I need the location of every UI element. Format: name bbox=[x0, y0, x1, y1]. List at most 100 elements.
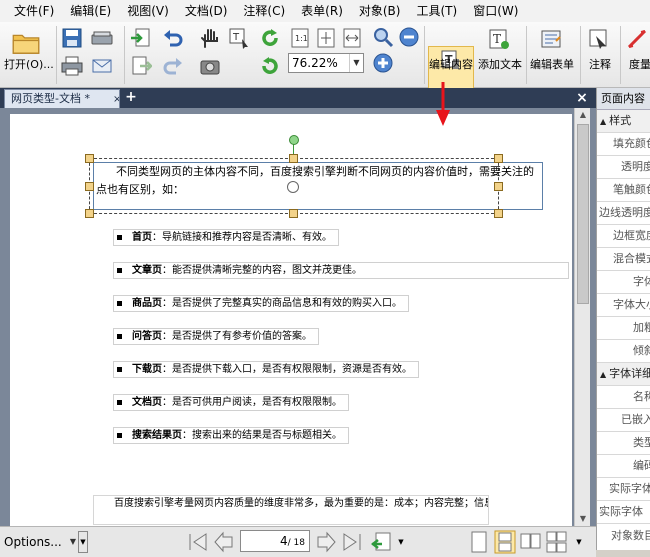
menu-window[interactable]: 窗口(W) bbox=[465, 0, 526, 22]
scroll-up-icon[interactable]: ▲ bbox=[575, 108, 591, 122]
group-style[interactable]: ▲ 样式 bbox=[597, 110, 650, 133]
zoom-in-plus-button[interactable] bbox=[372, 52, 394, 74]
close-all-icon[interactable]: × bbox=[574, 89, 590, 107]
actual-size-button[interactable]: 1:1 bbox=[288, 26, 312, 50]
resize-handle[interactable] bbox=[494, 209, 503, 218]
prop-row[interactable]: 笔触颜色 bbox=[597, 179, 650, 202]
list-item[interactable]: 搜索结果页：搜索出来的结果是否与标题相关。 bbox=[113, 427, 349, 444]
prop-row[interactable]: 类型 bbox=[597, 432, 650, 455]
print-button[interactable] bbox=[60, 54, 84, 78]
list-item[interactable]: 文章页：能否提供清晰完整的内容，图文并茂更佳。 bbox=[113, 262, 569, 279]
bottom-paragraph[interactable]: 百度搜索引擎考量网页内容质量的维度非常多，最为重要的是：成本；内容完整；信息 bbox=[93, 495, 489, 525]
list-item[interactable]: 问答页：是否提供了有参考价值的答案。 bbox=[113, 328, 319, 345]
save-button[interactable] bbox=[60, 26, 84, 50]
menu-edit[interactable]: 编辑(E) bbox=[62, 0, 119, 22]
menu-forms[interactable]: 表单(R) bbox=[293, 0, 351, 22]
menu-document[interactable]: 文档(D) bbox=[177, 0, 236, 22]
prop-row[interactable]: 填充颜色 bbox=[597, 133, 650, 156]
scan-button[interactable] bbox=[88, 26, 116, 50]
magnifier-zoom-in-icon bbox=[374, 28, 394, 48]
menu-tools[interactable]: 工具(T) bbox=[408, 0, 465, 22]
zoom-out-button[interactable] bbox=[398, 26, 420, 48]
add-text-button[interactable]: T bbox=[486, 26, 512, 52]
list-item-text: ：是否可供用户阅读，是否有权限限制。 bbox=[162, 397, 342, 408]
edit-form-button[interactable] bbox=[538, 26, 564, 52]
redo-button[interactable] bbox=[158, 54, 188, 78]
measure-button[interactable] bbox=[624, 26, 650, 52]
prop-row[interactable]: 透明度 bbox=[597, 156, 650, 179]
document-tab[interactable]: 网页类型-文档 * × bbox=[4, 89, 120, 108]
fit-page-button[interactable] bbox=[314, 26, 338, 50]
options-scroll-icon[interactable]: ▼ bbox=[78, 531, 88, 553]
email-button[interactable] bbox=[88, 54, 116, 78]
list-item[interactable]: 文档页：是否可供用户阅读，是否有权限限制。 bbox=[113, 394, 349, 411]
zoom-in-button[interactable] bbox=[372, 26, 394, 48]
facing-view-icon[interactable] bbox=[520, 530, 542, 554]
resize-handle[interactable] bbox=[289, 209, 298, 218]
prop-row[interactable]: 加粗 bbox=[597, 317, 650, 340]
prop-row[interactable]: 对象数目 bbox=[596, 524, 650, 550]
list-item[interactable]: 首页：导航链接和推荐内容是否清晰、有效。 bbox=[113, 229, 339, 246]
prop-row[interactable]: 实际字体 bbox=[597, 501, 650, 524]
prop-row[interactable]: 边线透明度 bbox=[597, 202, 650, 225]
zoom-select[interactable]: 76.22% ▼ bbox=[288, 53, 364, 73]
edit-form-label: 编辑表单 bbox=[530, 58, 574, 71]
scroll-down-icon[interactable]: ▼ bbox=[575, 512, 591, 526]
menu-objects[interactable]: 对象(B) bbox=[351, 0, 409, 22]
hand-tool-button[interactable] bbox=[198, 26, 222, 50]
continuous-facing-icon[interactable] bbox=[546, 530, 568, 554]
prop-row[interactable]: 已嵌入 bbox=[597, 409, 650, 432]
chevron-down-icon[interactable]: ▼ bbox=[574, 531, 584, 553]
center-handle[interactable] bbox=[287, 181, 299, 193]
snapshot-button[interactable] bbox=[198, 54, 222, 78]
open-button[interactable] bbox=[6, 26, 46, 60]
rotate-left-button[interactable] bbox=[258, 26, 282, 50]
prop-row[interactable]: 实际字体 bbox=[597, 478, 650, 501]
list-item[interactable]: 商品页：是否提供了完整真实的商品信息和有效的购买入口。 bbox=[113, 295, 409, 312]
import-button[interactable] bbox=[128, 26, 154, 50]
menu-file[interactable]: 文件(F) bbox=[6, 0, 62, 22]
chevron-down-icon[interactable]: ▼ bbox=[70, 532, 76, 552]
continuous-view-icon[interactable] bbox=[494, 530, 516, 554]
resize-handle[interactable] bbox=[289, 154, 298, 163]
annotation-icon bbox=[589, 29, 607, 49]
prop-row[interactable]: 倾斜 bbox=[597, 340, 650, 363]
resize-handle[interactable] bbox=[85, 182, 94, 191]
annotate-button[interactable] bbox=[586, 26, 612, 52]
single-page-view-icon[interactable] bbox=[470, 530, 488, 554]
export-button[interactable] bbox=[128, 54, 154, 78]
vertical-scrollbar[interactable]: ▲ ▼ bbox=[574, 108, 590, 526]
resize-handle[interactable] bbox=[494, 154, 503, 163]
next-page-icon[interactable] bbox=[314, 531, 338, 553]
new-tab-icon[interactable]: + bbox=[124, 89, 138, 105]
prop-row[interactable]: 字体 bbox=[597, 271, 650, 294]
group-font[interactable]: ▲ 字体详细 bbox=[597, 363, 650, 386]
options-dropdown[interactable]: Options... ▼ bbox=[4, 532, 76, 552]
page-number-input[interactable]: 4/ 18 bbox=[240, 530, 310, 552]
rotate-handle[interactable] bbox=[289, 135, 299, 145]
rotate-right-button[interactable] bbox=[258, 54, 282, 78]
go-back-icon[interactable] bbox=[370, 531, 394, 553]
tab-close-icon[interactable]: × bbox=[113, 91, 119, 108]
scroll-thumb[interactable] bbox=[577, 124, 589, 304]
previous-page-icon[interactable] bbox=[212, 531, 236, 553]
prop-row[interactable]: 名称 bbox=[597, 386, 650, 409]
select-text-button[interactable]: T bbox=[226, 26, 252, 50]
undo-button[interactable] bbox=[158, 26, 188, 50]
chevron-down-icon[interactable]: ▼ bbox=[396, 531, 406, 553]
resize-handle[interactable] bbox=[494, 182, 503, 191]
selected-paragraph[interactable]: 不同类型网页的主体内容不同，百度搜索引擎判断不同网页的内容价值时，需要关注的 点… bbox=[93, 162, 543, 210]
prop-row[interactable]: 混合模式 bbox=[597, 248, 650, 271]
resize-handle[interactable] bbox=[85, 154, 94, 163]
menu-comments[interactable]: 注释(C) bbox=[235, 0, 293, 22]
menu-view[interactable]: 视图(V) bbox=[119, 0, 177, 22]
fit-width-button[interactable] bbox=[340, 26, 364, 50]
last-page-icon[interactable] bbox=[340, 531, 364, 553]
list-item[interactable]: 下载页：是否提供下载入口，是否有权限限制，资源是否有效。 bbox=[113, 361, 419, 378]
chevron-down-icon[interactable]: ▼ bbox=[349, 54, 363, 72]
prop-row[interactable]: 边框宽度 bbox=[597, 225, 650, 248]
prop-row[interactable]: 编码 bbox=[597, 455, 650, 478]
resize-handle[interactable] bbox=[85, 209, 94, 218]
first-page-icon[interactable] bbox=[186, 531, 210, 553]
prop-row[interactable]: 字体大小 bbox=[597, 294, 650, 317]
